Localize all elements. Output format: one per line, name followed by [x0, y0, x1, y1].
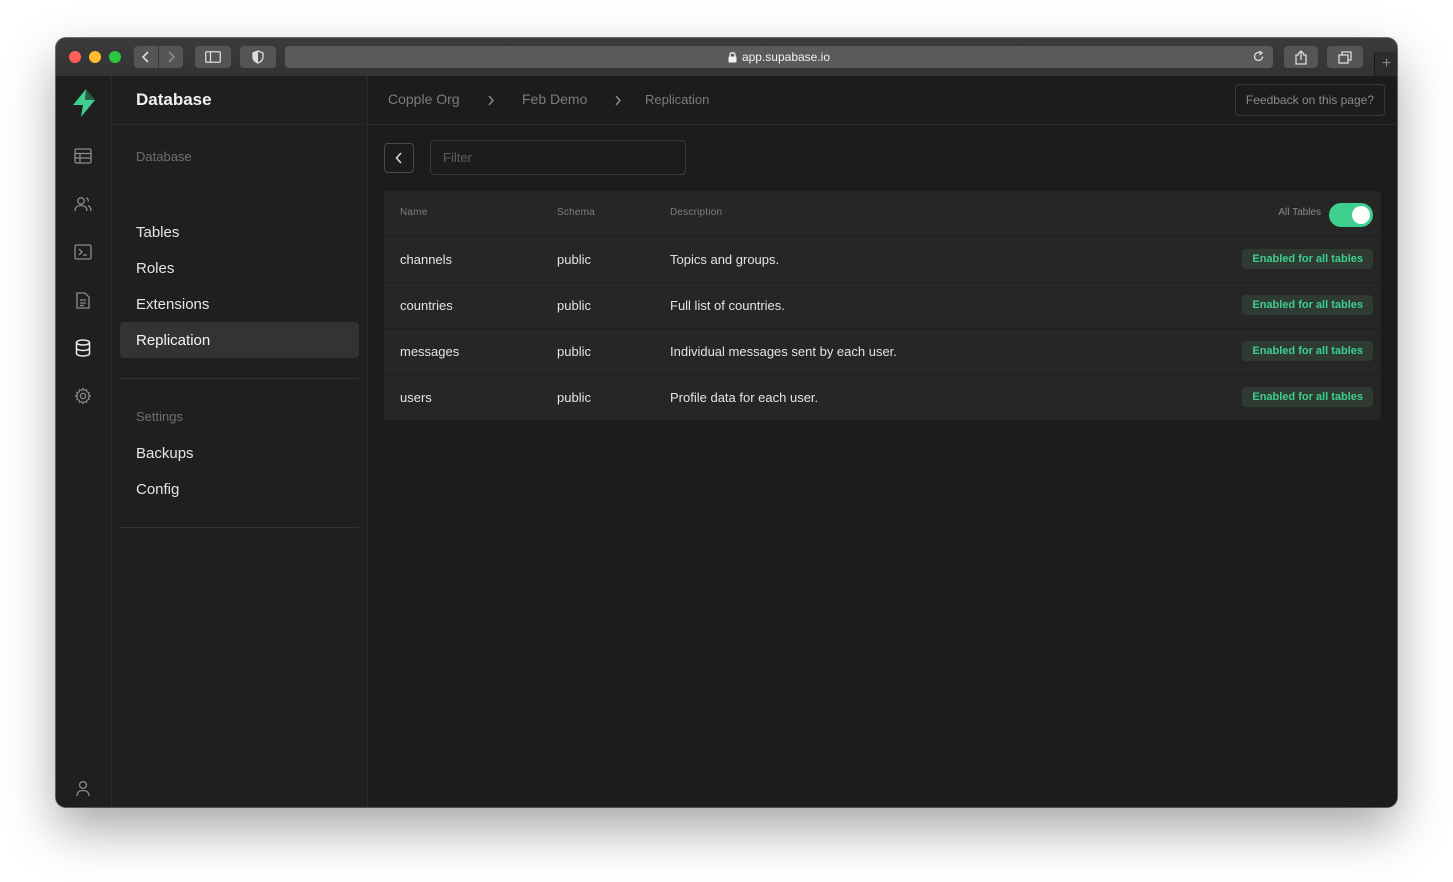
chevron-left-icon	[395, 152, 402, 164]
icon-sidebar	[56, 76, 112, 807]
gear-icon[interactable]	[73, 386, 93, 406]
breadcrumb: Copple Org Feb Demo Replication Feedback…	[368, 76, 1397, 125]
sidebar-item-label: Backups	[136, 444, 194, 462]
row-schema: public	[557, 252, 591, 267]
column-header-schema: Schema	[557, 207, 595, 218]
breadcrumb-current: Replication	[645, 92, 710, 107]
share-icon	[1295, 49, 1307, 65]
main-content: Copple Org Feb Demo Replication Feedback…	[368, 76, 1397, 807]
browser-back-button[interactable]	[134, 46, 158, 68]
row-description: Individual messages sent by each user.	[670, 344, 897, 359]
row-description: Profile data for each user.	[670, 390, 819, 405]
table-row[interactable]: messages public Individual messages sent…	[384, 329, 1381, 375]
filter-input[interactable]	[430, 140, 686, 175]
chevron-right-icon	[614, 93, 622, 111]
table-header: Name Schema Description All Tables	[384, 191, 1381, 237]
user-icon[interactable]	[73, 778, 93, 798]
all-tables-label: All Tables	[1278, 207, 1321, 218]
database-icon[interactable]	[73, 338, 93, 358]
toggle-knob	[1352, 206, 1370, 224]
row-name: users	[400, 390, 432, 405]
app-container: Database Database Tables Roles Extension…	[56, 76, 1397, 807]
supabase-logo-icon[interactable]	[71, 88, 97, 118]
side-menu-title: Database	[112, 76, 367, 125]
row-name: messages	[400, 344, 460, 359]
sidebar-item-label: Roles	[136, 259, 175, 277]
breadcrumb-project[interactable]: Feb Demo	[522, 91, 587, 107]
section-title-database: Database	[136, 149, 192, 164]
lock-icon	[728, 51, 737, 63]
replication-table: Name Schema Description All Tables chann…	[384, 191, 1381, 420]
chevron-right-icon	[168, 51, 176, 63]
reload-icon[interactable]	[1252, 50, 1265, 66]
status-badge: Enabled for all tables	[1242, 387, 1373, 407]
new-tab-button[interactable]: +	[1374, 52, 1397, 76]
database-side-menu: Database Database Tables Roles Extension…	[112, 76, 368, 807]
address-bar[interactable]: app.supabase.io	[285, 46, 1273, 68]
sidebar-item-label: Tables	[136, 223, 180, 241]
terminal-icon[interactable]	[73, 242, 93, 262]
sidebar-item-tables[interactable]: Tables	[120, 214, 359, 250]
tab-overview-button[interactable]	[1327, 46, 1363, 68]
browser-window: app.supabase.io + Database Database Tabl…	[56, 38, 1397, 807]
sidebar-item-roles[interactable]: Roles	[120, 250, 359, 286]
chevron-left-icon	[141, 51, 149, 63]
privacy-button[interactable]	[240, 46, 276, 68]
plus-icon: +	[1381, 55, 1392, 72]
feedback-button[interactable]: Feedback on this page?	[1234, 84, 1385, 116]
section-divider	[120, 527, 359, 528]
section-title-settings: Settings	[136, 409, 183, 424]
table-icon[interactable]	[73, 146, 93, 166]
users-icon[interactable]	[73, 194, 93, 214]
document-icon[interactable]	[73, 290, 93, 310]
minimize-window-button[interactable]	[89, 51, 101, 63]
sidebar-icon	[205, 51, 221, 63]
browser-sidebar-button[interactable]	[195, 46, 231, 68]
browser-toolbar: app.supabase.io +	[56, 38, 1397, 77]
share-button[interactable]	[1284, 46, 1318, 68]
breadcrumb-org[interactable]: Copple Org	[388, 91, 460, 107]
row-description: Topics and groups.	[670, 252, 780, 267]
tabs-icon	[1338, 50, 1352, 64]
section-divider	[120, 378, 359, 379]
column-header-description: Description	[670, 207, 723, 218]
sidebar-item-label: Config	[136, 480, 180, 498]
sidebar-item-extensions[interactable]: Extensions	[120, 286, 359, 322]
row-name: channels	[400, 252, 453, 267]
url-text: app.supabase.io	[741, 50, 831, 64]
row-schema: public	[557, 344, 591, 359]
status-badge: Enabled for all tables	[1242, 249, 1373, 269]
row-name: countries	[400, 298, 453, 313]
browser-forward-button[interactable]	[159, 46, 183, 68]
sidebar-item-label: Extensions	[136, 295, 210, 313]
column-header-name: Name	[400, 207, 428, 218]
row-schema: public	[557, 298, 591, 313]
row-schema: public	[557, 390, 591, 405]
sidebar-item-replication[interactable]: Replication	[120, 322, 359, 358]
sidebar-item-label: Replication	[136, 331, 211, 349]
status-badge: Enabled for all tables	[1242, 341, 1373, 361]
table-row[interactable]: countries public Full list of countries.…	[384, 283, 1381, 329]
status-badge: Enabled for all tables	[1242, 295, 1373, 315]
sidebar-item-config[interactable]: Config	[120, 471, 359, 507]
table-row[interactable]: users public Profile data for each user.…	[384, 375, 1381, 420]
table-row[interactable]: channels public Topics and groups. Enabl…	[384, 237, 1381, 283]
shield-icon	[252, 50, 264, 64]
row-description: Full list of countries.	[670, 298, 785, 313]
chevron-right-icon	[487, 93, 495, 111]
all-tables-toggle[interactable]	[1329, 203, 1373, 227]
sidebar-item-backups[interactable]: Backups	[120, 435, 359, 471]
back-button[interactable]	[384, 143, 414, 173]
close-window-button[interactable]	[69, 51, 81, 63]
maximize-window-button[interactable]	[109, 51, 121, 63]
